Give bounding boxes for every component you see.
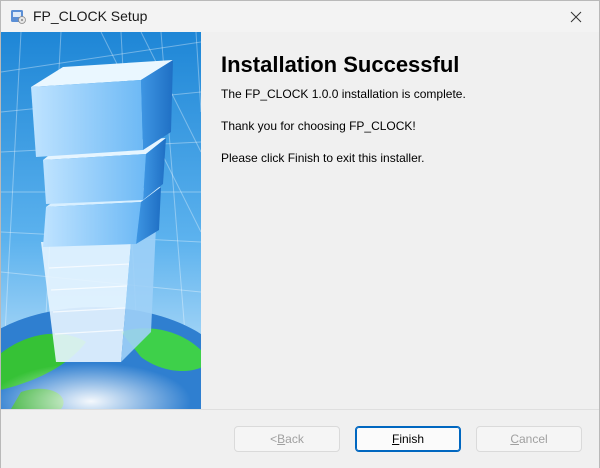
content-panel: Installation Successful The FP_CLOCK 1.0… <box>201 32 599 409</box>
cancel-button-mnemonic: C <box>510 432 519 446</box>
back-button-rest: ack <box>285 432 304 446</box>
window-title: FP_CLOCK Setup <box>33 8 148 24</box>
completion-message: The FP_CLOCK 1.0.0 installation is compl… <box>221 87 466 101</box>
setup-window: FP_CLOCK Setup Installation Successful T… <box>0 0 600 468</box>
finish-button-rest: inish <box>399 432 425 446</box>
installer-icon <box>10 8 26 24</box>
finish-button-mnemonic: F <box>391 432 400 446</box>
finish-button[interactable]: Finish <box>355 426 461 452</box>
cancel-button-rest: ancel <box>518 432 548 446</box>
cancel-button[interactable]: Cancel <box>476 426 582 452</box>
back-button[interactable]: < Back <box>234 426 340 452</box>
close-button[interactable] <box>553 1 599 32</box>
close-icon <box>570 11 582 22</box>
back-button-prefix: < <box>270 432 278 446</box>
title-bar[interactable]: FP_CLOCK Setup <box>1 1 599 32</box>
exit-instruction: Please click Finish to exit this install… <box>221 151 425 165</box>
tower-globe-banner <box>1 32 201 409</box>
page-heading: Installation Successful <box>221 52 460 77</box>
thank-you-message: Thank you for choosing FP_CLOCK! <box>221 119 416 133</box>
button-bar: < Back Finish Cancel <box>1 409 599 468</box>
back-button-mnemonic: B <box>277 432 286 446</box>
